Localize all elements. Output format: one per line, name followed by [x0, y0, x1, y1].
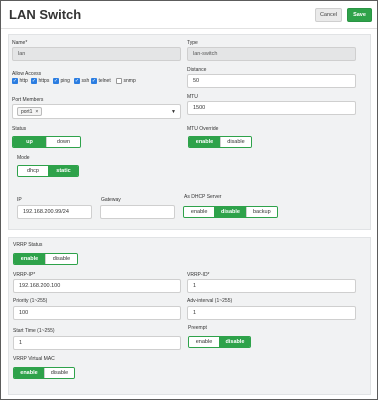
adv-interval-label: Adv-interval (1~255) — [187, 298, 233, 304]
mtu-override-label: MTU Override — [187, 126, 219, 132]
status-down-option[interactable]: down — [46, 137, 80, 147]
access-ssh-label: ssh — [81, 78, 90, 84]
checkmark-icon: ✓ — [91, 77, 97, 84]
vrrp-status-enable-option[interactable]: enable — [14, 254, 45, 264]
access-ping-checkbox[interactable]: ✓ ping — [53, 78, 70, 84]
vrrp-status-label: VRRP Status — [13, 242, 43, 248]
status-label: Status — [12, 126, 27, 132]
status-toggle: up down — [12, 136, 81, 148]
allow-access-label: Allow Access — [12, 71, 42, 77]
priority-input[interactable]: 100 — [13, 306, 181, 320]
vrrp-ip-label: VRRP-IP* — [13, 272, 36, 278]
checkmark-icon: ✓ — [31, 77, 37, 84]
dhcp-server-label: As DHCP Server — [184, 194, 222, 200]
mode-label: Mode — [17, 155, 30, 161]
access-telnet-label: telnet — [98, 78, 111, 84]
preempt-disable-option[interactable]: disable — [219, 337, 250, 347]
gateway-input[interactable] — [100, 205, 175, 219]
start-time-label: Start Time (1~255) — [13, 328, 55, 334]
type-field[interactable]: lan-switch — [187, 47, 356, 61]
port-tag: port1 × — [17, 107, 43, 116]
access-ssh-checkbox[interactable]: ✓ ssh — [74, 78, 89, 84]
status-up-option[interactable]: up — [13, 137, 46, 147]
access-http-label: http — [19, 78, 28, 84]
name-field[interactable]: lan — [12, 47, 181, 61]
port-members-label: Port Members — [12, 97, 44, 103]
vrrp-id-label: VRRP-ID* — [187, 272, 210, 278]
lan-switch-dialog: LAN Switch Cancel Save Name* lan Type la… — [1, 1, 377, 399]
mtu-input[interactable]: 1500 — [187, 101, 356, 115]
checkbox-empty-icon — [116, 78, 122, 84]
access-snmp-label: snmp — [123, 78, 136, 84]
access-https-label: https — [38, 78, 50, 84]
ip-label: IP — [17, 197, 22, 203]
dhcp-server-toggle: enable disable backup — [183, 206, 278, 218]
cancel-button[interactable]: Cancel — [315, 8, 342, 22]
chevron-down-icon[interactable]: ▼ — [171, 109, 176, 115]
vrrp-id-input[interactable]: 1 — [187, 279, 356, 293]
vmac-label: VRRP Virtual MAC — [13, 356, 55, 362]
name-label: Name* — [12, 40, 28, 46]
access-https-checkbox[interactable]: ✓ https — [31, 78, 49, 84]
vrrp-ip-input[interactable]: 192.168.200.100 — [13, 279, 181, 293]
access-telnet-checkbox[interactable]: ✓ telnet — [91, 78, 111, 84]
dialog-header: LAN Switch Cancel Save — [1, 1, 377, 29]
dhcp-server-backup-option[interactable]: backup — [245, 207, 277, 217]
preempt-toggle: enable disable — [188, 336, 251, 348]
ip-input[interactable]: 192.168.200.99/24 — [17, 205, 92, 219]
vmac-enable-option[interactable]: enable — [14, 368, 44, 378]
port-tag-label: port1 — [21, 108, 33, 115]
checkmark-icon: ✓ — [12, 77, 18, 84]
adv-interval-input[interactable]: 1 — [187, 306, 356, 320]
mode-toggle: dhcp static — [17, 165, 79, 177]
preempt-enable-option[interactable]: enable — [189, 337, 219, 347]
page-title: LAN Switch — [9, 7, 82, 22]
mtu-override-enable-option[interactable]: enable — [189, 137, 220, 147]
start-time-input[interactable]: 1 — [13, 336, 181, 350]
gateway-label: Gateway — [101, 197, 121, 203]
vrrp-status-toggle: enable disable — [13, 253, 78, 265]
mtu-override-toggle: enable disable — [188, 136, 252, 148]
port-members-select[interactable]: port1 × ▼ — [12, 104, 181, 119]
checkmark-icon: ✓ — [74, 77, 80, 84]
checkmark-icon: ✓ — [53, 77, 59, 84]
mtu-label: MTU — [187, 94, 198, 100]
vrrp-status-disable-option[interactable]: disable — [45, 254, 77, 264]
vmac-toggle: enable disable — [13, 367, 75, 379]
access-snmp-checkbox[interactable]: snmp — [116, 78, 136, 84]
dhcp-server-disable-option[interactable]: disable — [214, 207, 246, 217]
mode-dhcp-option[interactable]: dhcp — [18, 166, 48, 176]
close-icon[interactable]: × — [35, 109, 38, 115]
vmac-disable-option[interactable]: disable — [43, 368, 74, 378]
access-ping-label: ping — [60, 78, 70, 84]
preempt-label: Preempt — [188, 325, 207, 331]
general-settings-panel — [8, 34, 371, 230]
dhcp-server-enable-option[interactable]: enable — [184, 207, 215, 217]
access-http-checkbox[interactable]: ✓ http — [12, 78, 28, 84]
save-button[interactable]: Save — [347, 8, 372, 22]
mtu-override-disable-option[interactable]: disable — [219, 137, 251, 147]
mode-static-option[interactable]: static — [47, 166, 78, 176]
distance-input[interactable]: 50 — [187, 74, 356, 88]
priority-label: Priority (1~255) — [13, 298, 48, 304]
type-label: Type — [187, 40, 198, 46]
distance-label: Distance — [187, 67, 207, 73]
